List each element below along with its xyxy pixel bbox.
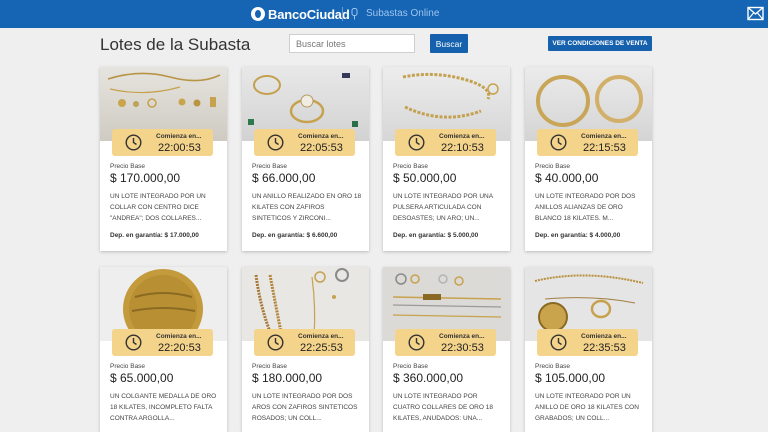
countdown-badge: Comienza en... 22:10:53 <box>395 129 496 156</box>
search-input[interactable] <box>289 34 415 53</box>
bancociudad-logo-icon <box>251 7 265 21</box>
countdown-badge: Comienza en... 22:30:53 <box>395 329 496 356</box>
starts-in-label: Comienza en... <box>156 133 202 140</box>
base-price-label: Precio Base <box>110 363 146 370</box>
starts-in-label: Comienza en... <box>439 133 485 140</box>
view-conditions-button[interactable]: VER CONDICIONES DE VENTA <box>548 36 652 51</box>
countdown-badge: Comienza en... 22:20:53 <box>112 329 213 356</box>
lot-card[interactable]: Comienza en... 22:30:53 Precio Base $ 36… <box>383 267 510 432</box>
base-price-label: Precio Base <box>535 363 571 370</box>
base-price-value: $ 65.000,00 <box>110 371 174 385</box>
countdown-time: 22:35:53 <box>583 342 626 354</box>
base-price-label: Precio Base <box>252 163 288 170</box>
starts-in-label: Comienza en... <box>581 133 627 140</box>
base-price-label: Precio Base <box>252 363 288 370</box>
lot-description: UN LOTE INTEGRADO POR CUATRO COLLARES DE… <box>393 393 493 422</box>
base-price-label: Precio Base <box>393 363 429 370</box>
base-price-label: Precio Base <box>110 163 146 170</box>
top-bar: BancoCiudad Subastas Online <box>0 0 768 28</box>
countdown-badge: Comienza en... 22:25:53 <box>254 329 355 356</box>
base-price-label: Precio Base <box>393 163 429 170</box>
starts-in-label: Comienza en... <box>439 333 485 340</box>
countdown-badge: Comienza en... 22:15:53 <box>537 129 638 156</box>
search-button[interactable]: Buscar <box>430 34 468 53</box>
guarantee-deposit: Dep. en garantía: $ 4.000,00 <box>535 232 621 239</box>
guarantee-deposit: Dep. en garantía: $ 17.000,00 <box>110 232 199 239</box>
header-divider <box>342 7 343 21</box>
lot-description: UN COLGANTE MEDALLA DE ORO 18 KILATES, I… <box>110 393 217 422</box>
lot-description: UN LOTE INTEGRADO POR DOS ANILLOS ALIANZ… <box>535 193 636 222</box>
countdown-badge: Comienza en... 22:05:53 <box>254 129 355 156</box>
lot-card[interactable]: Comienza en... 22:00:53 Precio Base $ 17… <box>100 67 227 251</box>
countdown-time: 22:15:53 <box>583 142 626 154</box>
guarantee-deposit: Dep. en garantía: $ 6.600,00 <box>252 232 338 239</box>
starts-in-label: Comienza en... <box>156 333 202 340</box>
lot-card[interactable]: Comienza en... 22:15:53 Precio Base $ 40… <box>525 67 652 251</box>
countdown-time: 22:25:53 <box>300 342 343 354</box>
base-price-value: $ 66.000,00 <box>252 171 316 185</box>
guarantee-deposit: Dep. en garantía: $ 5.000,00 <box>393 232 479 239</box>
clock-icon <box>267 334 284 351</box>
countdown-time: 22:10:53 <box>441 142 484 154</box>
mail-icon[interactable] <box>747 6 764 21</box>
clock-icon <box>125 134 142 151</box>
gavel-icon <box>351 8 358 20</box>
base-price-value: $ 40.000,00 <box>535 171 599 185</box>
lot-card[interactable]: Comienza en... 22:25:53 Precio Base $ 18… <box>242 267 369 432</box>
countdown-badge: Comienza en... 22:00:53 <box>112 129 213 156</box>
base-price-value: $ 180.000,00 <box>252 371 323 385</box>
lot-description: UN LOTE INTEGRADO POR UNA PULSERA ARTICU… <box>393 193 493 222</box>
countdown-badge: Comienza en... 22:35:53 <box>537 329 638 356</box>
clock-icon <box>550 334 567 351</box>
countdown-time: 22:20:53 <box>158 342 201 354</box>
lot-description: UN ANILLO REALIZADO EN ORO 18 KILATES CO… <box>252 193 362 222</box>
clock-icon <box>550 134 567 151</box>
clock-icon <box>267 134 284 151</box>
lot-description: UN LOTE INTEGRADO POR UN ANILLO DE ORO 1… <box>535 393 639 422</box>
clock-icon <box>408 134 425 151</box>
base-price-value: $ 50.000,00 <box>393 171 457 185</box>
countdown-time: 22:05:53 <box>300 142 343 154</box>
countdown-time: 22:30:53 <box>441 342 484 354</box>
clock-icon <box>125 334 142 351</box>
lot-card[interactable]: Comienza en... 22:10:53 Precio Base $ 50… <box>383 67 510 251</box>
lot-card[interactable]: Comienza en... 22:05:53 Precio Base $ 66… <box>242 67 369 251</box>
countdown-time: 22:00:53 <box>158 142 201 154</box>
bancociudad-logo[interactable]: BancoCiudad <box>251 6 350 22</box>
starts-in-label: Comienza en... <box>298 333 344 340</box>
lot-card[interactable]: Comienza en... 22:35:53 Precio Base $ 10… <box>525 267 652 432</box>
starts-in-label: Comienza en... <box>581 333 627 340</box>
page-title: Lotes de la Subasta <box>100 35 251 54</box>
base-price-label: Precio Base <box>535 163 571 170</box>
clock-icon <box>408 334 425 351</box>
lot-card[interactable]: Comienza en... 22:20:53 Precio Base $ 65… <box>100 267 227 432</box>
lot-description: UN LOTE INTEGRADO POR UN COLLAR CON CENT… <box>110 193 206 222</box>
base-price-value: $ 170.000,00 <box>110 171 181 185</box>
section-link[interactable]: Subastas Online <box>366 8 439 19</box>
starts-in-label: Comienza en... <box>298 133 344 140</box>
base-price-value: $ 105.000,00 <box>535 371 606 385</box>
lot-description: UN LOTE INTEGRADO POR DOS AROS CON ZAFIR… <box>252 393 358 422</box>
base-price-value: $ 360.000,00 <box>393 371 464 385</box>
brand-name: BancoCiudad <box>268 6 350 22</box>
